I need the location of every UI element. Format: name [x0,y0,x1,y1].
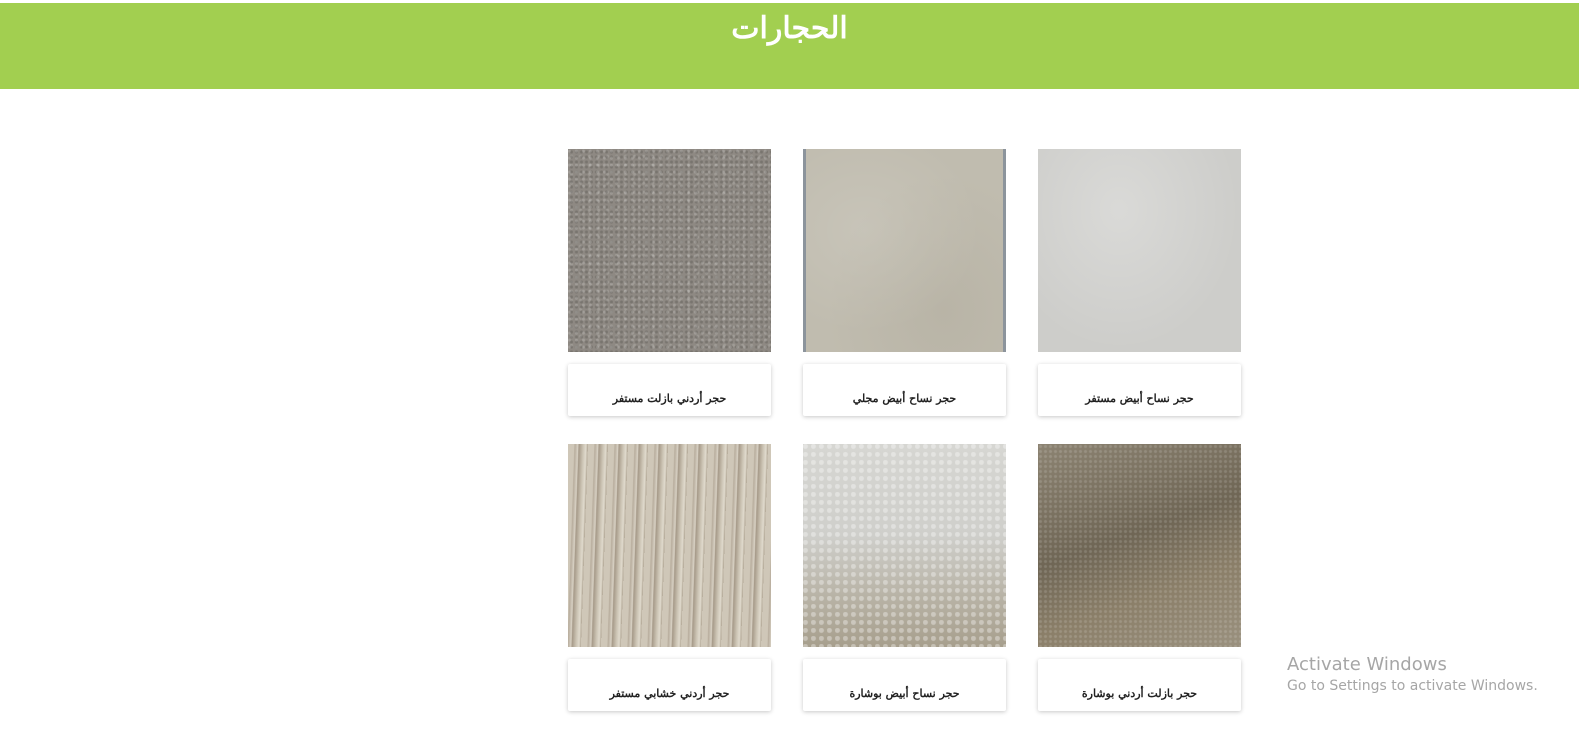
stone-label-box[interactable]: حجر بازلت أردني بوشارة [1038,659,1241,711]
stone-image[interactable] [1038,149,1241,352]
stone-label: حجر نساح أبيض مجلي [852,392,957,405]
stone-label: حجر أردني بازلت مستفر [612,392,727,405]
stone-label: حجر نساح أبيض مستفر [1085,392,1194,405]
stone-label-box[interactable]: حجر نساح أبيض مجلي [803,364,1006,416]
stone-image[interactable] [568,444,771,647]
watermark-title: Activate Windows [1287,654,1447,675]
stone-label-box[interactable]: حجر نساح أبيض بوشارة [803,659,1006,711]
stone-image[interactable] [568,149,771,352]
stone-image[interactable] [803,444,1006,647]
page-header: الحجارات [0,3,1579,89]
windows-activation-watermark: Activate Windows Go to Settings to activ… [1287,654,1538,696]
stone-label-box[interactable]: حجر أردني خشابي مستفر [568,659,771,711]
stone-label: حجر بازلت أردني بوشارة [1081,687,1198,700]
stone-label-box[interactable]: حجر أردني بازلت مستفر [568,364,771,416]
watermark-subtitle: Go to Settings to activate Windows. [1287,678,1538,694]
stone-label: حجر نساح أبيض بوشارة [849,687,960,700]
stone-label: حجر أردني خشابي مستفر [609,687,730,700]
stone-label-box[interactable]: حجر نساح أبيض مستفر [1038,364,1241,416]
page-title: الحجارات [731,11,848,46]
stone-image[interactable] [1038,444,1241,647]
stone-image[interactable] [803,149,1006,352]
